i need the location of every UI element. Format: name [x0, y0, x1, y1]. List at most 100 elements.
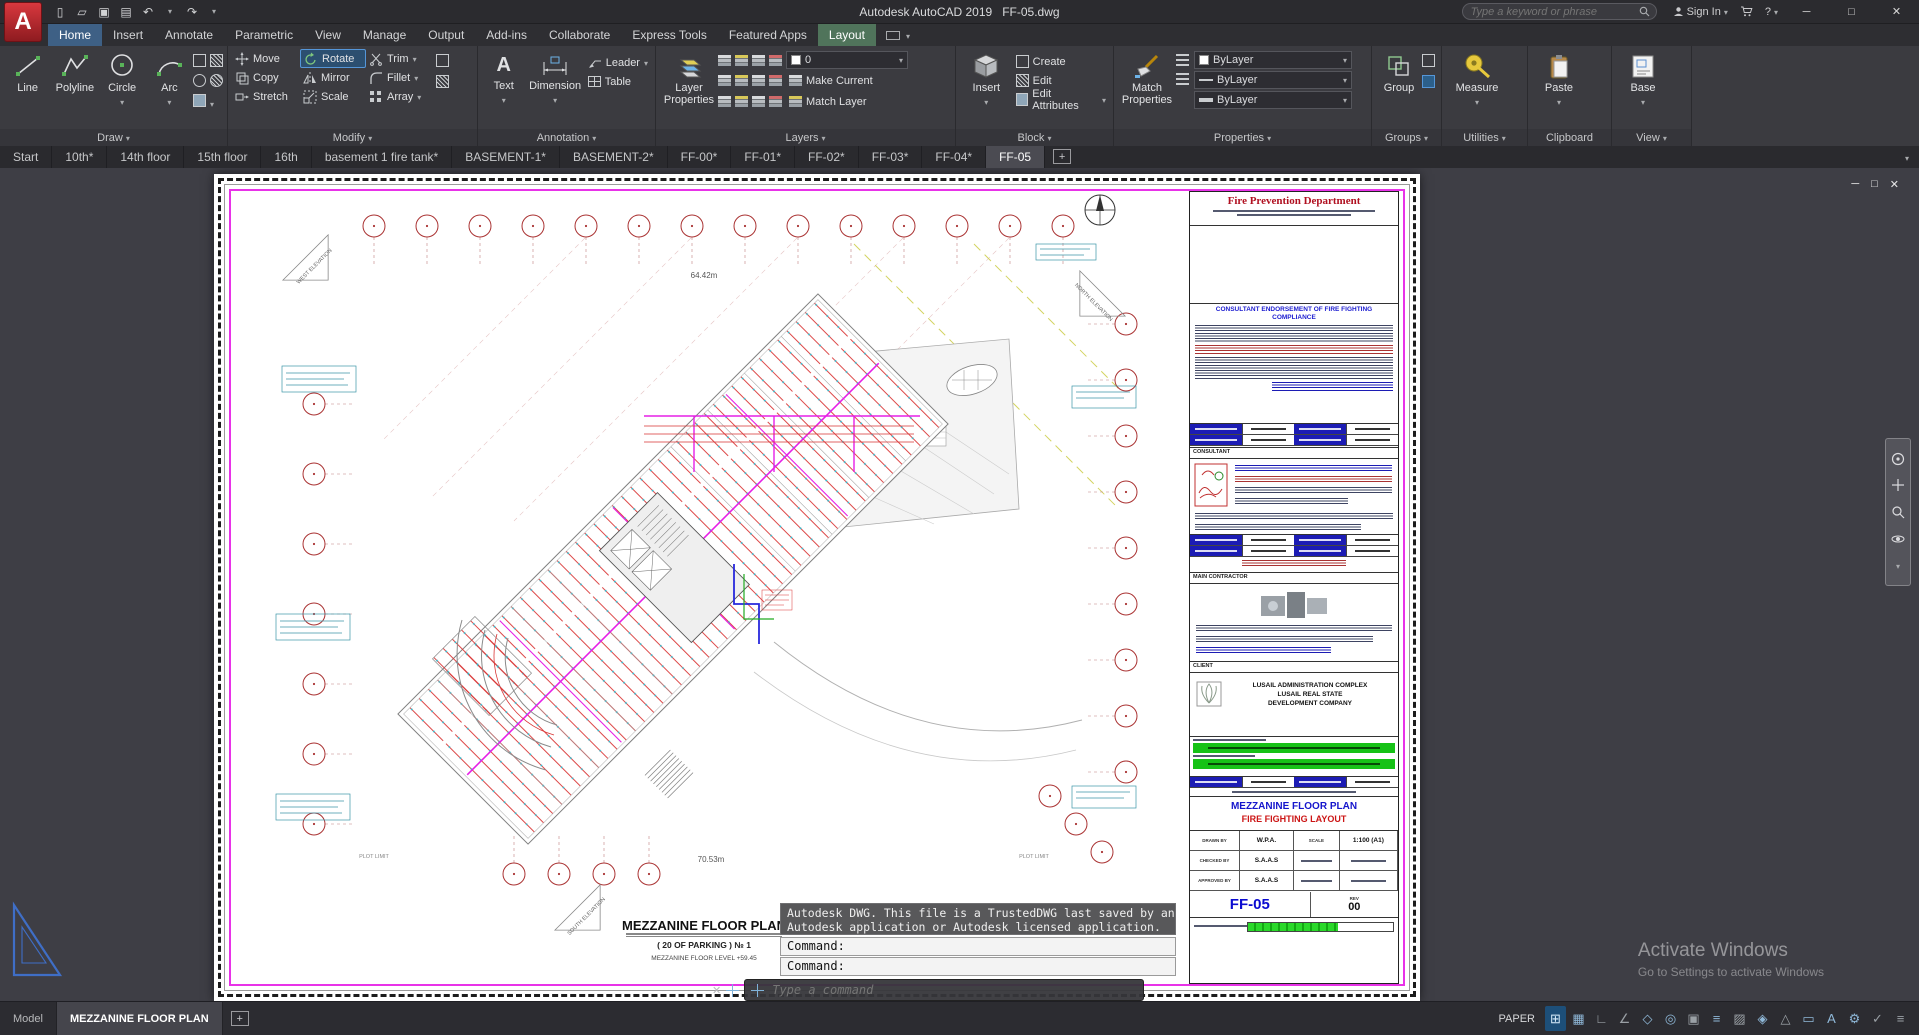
redo-icon[interactable]: ↷ [182, 3, 202, 21]
text-button[interactable]: A Text [482, 49, 525, 106]
draw-more-icon[interactable] [210, 94, 214, 112]
ribbon-display-dropdown-icon[interactable] [906, 26, 910, 44]
file-tab-ff-00[interactable]: FF-00* [668, 146, 732, 168]
stretch-button[interactable]: Stretch [232, 87, 300, 106]
array-button[interactable]: Array [366, 87, 436, 106]
tab-overflow-icon[interactable] [1905, 148, 1909, 166]
navigation-bar[interactable] [1885, 438, 1911, 586]
scale-button[interactable]: Scale [300, 87, 366, 106]
circle-button[interactable]: Circle [99, 49, 146, 108]
lineweight-dropdown[interactable]: ByLayer [1194, 91, 1352, 109]
minimize-button[interactable]: ─ [1784, 0, 1829, 24]
layer-on-icon[interactable] [769, 75, 782, 86]
file-tab-basement-1[interactable]: BASEMENT-1* [452, 146, 560, 168]
undo-icon[interactable]: ↶ [138, 3, 158, 21]
layer-thaw-icon[interactable] [735, 96, 748, 107]
drawing-canvas[interactable]: WEST ELEVATION NORTH ELEVATION SOUTH ELE… [0, 168, 1919, 1001]
line-button[interactable]: Line [4, 49, 51, 94]
linetype-dropdown[interactable]: ByLayer [1194, 71, 1352, 89]
polar-tracking-icon[interactable]: ∠ [1614, 1006, 1635, 1031]
file-tab-ff-01[interactable]: FF-01* [731, 146, 796, 168]
ortho-toggle-icon[interactable]: ∟ [1591, 1006, 1612, 1031]
model-tab[interactable]: Model [0, 1002, 57, 1035]
rotate-button[interactable]: Rotate [300, 49, 366, 68]
close-button[interactable]: ✕ [1874, 0, 1919, 24]
layer-freeze2-icon[interactable] [752, 75, 765, 86]
rectangle-tool-icon[interactable] [193, 54, 206, 67]
layer-isolate-icon[interactable] [718, 75, 731, 86]
layer-unisolate-icon[interactable] [735, 75, 748, 86]
region-tool-icon[interactable] [193, 94, 206, 107]
layer-delete-icon[interactable] [769, 96, 782, 107]
edit-attributes-button[interactable]: Edit Attributes [1013, 88, 1109, 112]
workspace-gear-icon[interactable]: ⚙ [1844, 1006, 1865, 1031]
file-tab-basement-2[interactable]: BASEMENT-2* [560, 146, 668, 168]
panel-label-layers[interactable]: Layers [656, 129, 955, 146]
file-tab-16th[interactable]: 16th [261, 146, 312, 168]
ribbon-tab-output[interactable]: Output [417, 24, 475, 46]
ribbon-tab-view[interactable]: View [304, 24, 352, 46]
annotation-scale-icon[interactable]: A [1821, 1006, 1842, 1031]
pan-icon[interactable] [1891, 478, 1905, 492]
command-close-icon[interactable]: ✕ [712, 984, 721, 997]
base-button[interactable]: Base [1616, 49, 1670, 108]
gradient-tool-icon[interactable] [210, 74, 223, 87]
steering-wheel-icon[interactable] [1891, 452, 1905, 466]
insert-button[interactable]: Insert [960, 49, 1013, 108]
grid-toggle-icon[interactable]: ⊞ [1545, 1006, 1566, 1031]
annotation-monitor-icon[interactable]: ✓ [1867, 1006, 1888, 1031]
mirror-button[interactable]: Mirror [300, 68, 366, 87]
customization-menu-icon[interactable]: ≡ [1890, 1006, 1911, 1031]
app-store-button[interactable] [1740, 6, 1753, 17]
panel-label-utilities[interactable]: Utilities [1442, 129, 1527, 146]
paste-button[interactable]: Paste [1532, 49, 1586, 108]
new-layout-button[interactable]: + [230, 1011, 249, 1026]
ribbon-display-icon[interactable] [885, 30, 900, 40]
ribbon-tab-collaborate[interactable]: Collaborate [538, 24, 621, 46]
trim-button[interactable]: Trim [366, 49, 436, 68]
ribbon-tab-featured-apps[interactable]: Featured Apps [718, 24, 818, 46]
viewport-restore-icon[interactable]: □ [1871, 178, 1878, 191]
leader-button[interactable]: Leader [585, 53, 651, 72]
dynamic-input-icon[interactable]: ▭ [1798, 1006, 1819, 1031]
erase-tool-icon[interactable] [436, 54, 449, 67]
orbit-icon[interactable] [1891, 532, 1905, 546]
sign-in-button[interactable]: Sign In [1673, 6, 1728, 18]
transparency-toggle-icon[interactable]: ▨ [1729, 1006, 1750, 1031]
layer-properties-button[interactable]: Layer Properties [660, 49, 718, 106]
qat-customize-icon[interactable] [204, 3, 224, 21]
file-tab-start[interactable]: Start [0, 146, 53, 168]
ribbon-tab-manage[interactable]: Manage [352, 24, 417, 46]
file-tab-15th-floor[interactable]: 15th floor [184, 146, 262, 168]
layer-off-icon[interactable] [769, 54, 782, 66]
open-file-icon[interactable]: ▱ [72, 3, 92, 21]
create-block-button[interactable]: Create [1013, 52, 1109, 71]
dynamic-ucs-icon[interactable]: △ [1775, 1006, 1796, 1031]
match-layer-button[interactable]: Match Layer [786, 92, 870, 111]
ribbon-tab-express-tools[interactable]: Express Tools [621, 24, 717, 46]
maximize-button[interactable]: □ [1829, 0, 1874, 24]
file-tab-14th-floor[interactable]: 14th floor [107, 146, 185, 168]
isodraft-icon[interactable]: ◇ [1637, 1006, 1658, 1031]
move-button[interactable]: Move [232, 49, 300, 68]
properties-settings-icon[interactable] [1176, 73, 1189, 86]
make-current-button[interactable]: Make Current [786, 71, 876, 90]
viewport-minimize-icon[interactable]: ─ [1851, 178, 1859, 191]
plot-icon[interactable]: ▤ [116, 3, 136, 21]
layer-state-icon[interactable] [718, 54, 731, 66]
search-input[interactable] [1468, 4, 1639, 19]
ribbon-tab-layout[interactable]: Layout [817, 24, 876, 46]
file-tab-ff-05[interactable]: FF-05 [986, 146, 1046, 168]
layer-lock-icon[interactable] [752, 54, 765, 66]
file-tab-10th[interactable]: 10th* [52, 146, 108, 168]
match-properties-button[interactable]: Match Properties [1118, 49, 1176, 106]
panel-label-properties[interactable]: Properties [1114, 129, 1371, 146]
group-edit-icon[interactable] [1422, 75, 1435, 88]
command-input[interactable] [770, 982, 1138, 998]
file-tab-basement-1-fire-tank[interactable]: basement 1 fire tank* [312, 146, 453, 168]
new-drawing-tab-button[interactable]: + [1053, 149, 1072, 164]
snap-toggle-icon[interactable]: ▦ [1568, 1006, 1589, 1031]
command-input-bar[interactable] [744, 979, 1145, 1001]
measure-button[interactable]: Measure [1446, 49, 1508, 108]
panel-label-view[interactable]: View [1612, 129, 1691, 146]
